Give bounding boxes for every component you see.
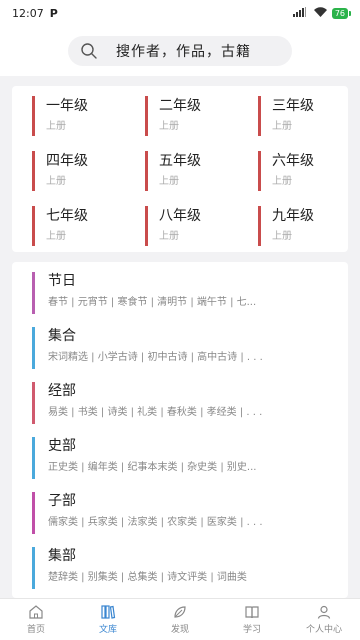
category-item-jing[interactable]: 经部 易类 | 书类 | 诗类 | 礼类 | 春秋类 | 孝经类 | . . .	[32, 382, 332, 424]
grade-item-4[interactable]: 四年级 上册	[32, 151, 132, 191]
nav-profile-label: 个人中心	[305, 625, 342, 635]
grade-title: 八年级	[159, 208, 201, 224]
home-icon	[28, 604, 44, 620]
category-description: 楚辞类 | 别集类 | 总集类 | 诗文评类 | 词曲类	[48, 572, 247, 583]
grade-semester: 上册	[159, 231, 179, 242]
book-icon	[244, 604, 260, 620]
grade-title: 一年级	[46, 98, 88, 114]
wifi-icon	[313, 6, 327, 20]
nav-profile[interactable]: 个人中心	[288, 599, 360, 640]
category-title: 史部	[48, 438, 76, 454]
battery-icon: 76	[331, 7, 352, 19]
nav-discover[interactable]: 发现	[144, 599, 216, 640]
grade-semester: 上册	[159, 121, 179, 132]
grade-semester: 上册	[46, 176, 66, 187]
library-icon	[100, 604, 116, 620]
grade-item-5[interactable]: 五年级 上册	[145, 151, 245, 191]
grade-card: 一年级 上册 二年级 上册 三年级 上册 四年级 上册 五年级 上册 六年级 上…	[12, 86, 348, 252]
status-time: 12:07	[12, 6, 44, 20]
grade-semester: 上册	[46, 231, 66, 242]
category-item-zi[interactable]: 子部 儒家类 | 兵家类 | 法家类 | 农家类 | 医家类 | . . .	[32, 492, 332, 534]
grade-title: 五年级	[159, 153, 201, 169]
nav-discover-label: 发现	[170, 625, 189, 635]
category-description: 正史类 | 编年类 | 纪事本末类 | 杂史类 | 别史...	[48, 462, 257, 473]
grade-title: 九年级	[272, 208, 314, 224]
status-bar: 12:07 P 76	[0, 0, 360, 26]
grade-semester: 上册	[272, 176, 292, 187]
app-notification-badge: P	[49, 6, 58, 20]
search-placeholder: 搜作者，作品，古籍	[116, 44, 251, 60]
grade-semester: 上册	[46, 121, 66, 132]
nav-library[interactable]: 文库	[72, 599, 144, 640]
grade-title: 七年级	[46, 208, 88, 224]
category-title: 集合	[48, 328, 76, 344]
grade-title: 三年级	[272, 98, 314, 114]
category-item-collection[interactable]: 集合 宋词精选 | 小学古诗 | 初中古诗 | 高中古诗 | . . .	[32, 327, 332, 369]
grade-title: 六年级	[272, 153, 314, 169]
battery-level: 76	[334, 8, 345, 18]
category-description: 儒家类 | 兵家类 | 法家类 | 农家类 | 医家类 | . . .	[48, 517, 263, 528]
category-item-festival[interactable]: 节日 春节 | 元宵节 | 寒食节 | 清明节 | 端午节 | 七...	[32, 272, 332, 314]
grade-title: 二年级	[159, 98, 201, 114]
grade-item-1[interactable]: 一年级 上册	[32, 96, 132, 136]
nav-study-label: 学习	[242, 625, 261, 635]
category-title: 经部	[48, 383, 76, 399]
status-right: 76	[292, 6, 352, 20]
category-item-ji[interactable]: 集部 楚辞类 | 别集类 | 总集类 | 诗文评类 | 词曲类	[32, 547, 332, 589]
grade-item-2[interactable]: 二年级 上册	[145, 96, 245, 136]
grade-item-3[interactable]: 三年级 上册	[258, 96, 358, 136]
nav-study[interactable]: 学习	[216, 599, 288, 640]
search-area: 搜作者，作品，古籍	[0, 26, 360, 76]
category-item-shi[interactable]: 史部 正史类 | 编年类 | 纪事本末类 | 杂史类 | 别史...	[32, 437, 332, 479]
category-title: 节日	[48, 273, 76, 289]
category-title: 集部	[48, 548, 76, 564]
category-description: 宋词精选 | 小学古诗 | 初中古诗 | 高中古诗 | . . .	[48, 352, 263, 363]
category-description: 春节 | 元宵节 | 寒食节 | 清明节 | 端午节 | 七...	[48, 297, 257, 308]
search-icon	[80, 42, 98, 60]
bottom-nav: 首页 文库 发现 学习 个人中心	[0, 598, 360, 640]
grade-item-6[interactable]: 六年级 上册	[258, 151, 358, 191]
nav-home-label: 首页	[26, 625, 45, 635]
grade-item-7[interactable]: 七年级 上册	[32, 206, 132, 246]
search-input[interactable]: 搜作者，作品，古籍	[68, 36, 292, 66]
category-title: 子部	[48, 493, 76, 509]
nav-library-label: 文库	[98, 625, 117, 635]
nav-home[interactable]: 首页	[0, 599, 72, 640]
category-list: 节日 春节 | 元宵节 | 寒食节 | 清明节 | 端午节 | 七... 集合 …	[12, 262, 348, 598]
grade-title: 四年级	[46, 153, 88, 169]
grade-semester: 上册	[272, 231, 292, 242]
category-description: 易类 | 书类 | 诗类 | 礼类 | 春秋类 | 孝经类 | . . .	[48, 407, 263, 418]
discover-icon	[172, 604, 188, 620]
user-icon	[316, 604, 332, 620]
grade-semester: 上册	[159, 176, 179, 187]
grade-item-9[interactable]: 九年级 上册	[258, 206, 358, 246]
grade-item-8[interactable]: 八年级 上册	[145, 206, 245, 246]
grade-semester: 上册	[272, 121, 292, 132]
signal-icon	[292, 6, 309, 20]
status-left: 12:07 P	[12, 7, 58, 20]
